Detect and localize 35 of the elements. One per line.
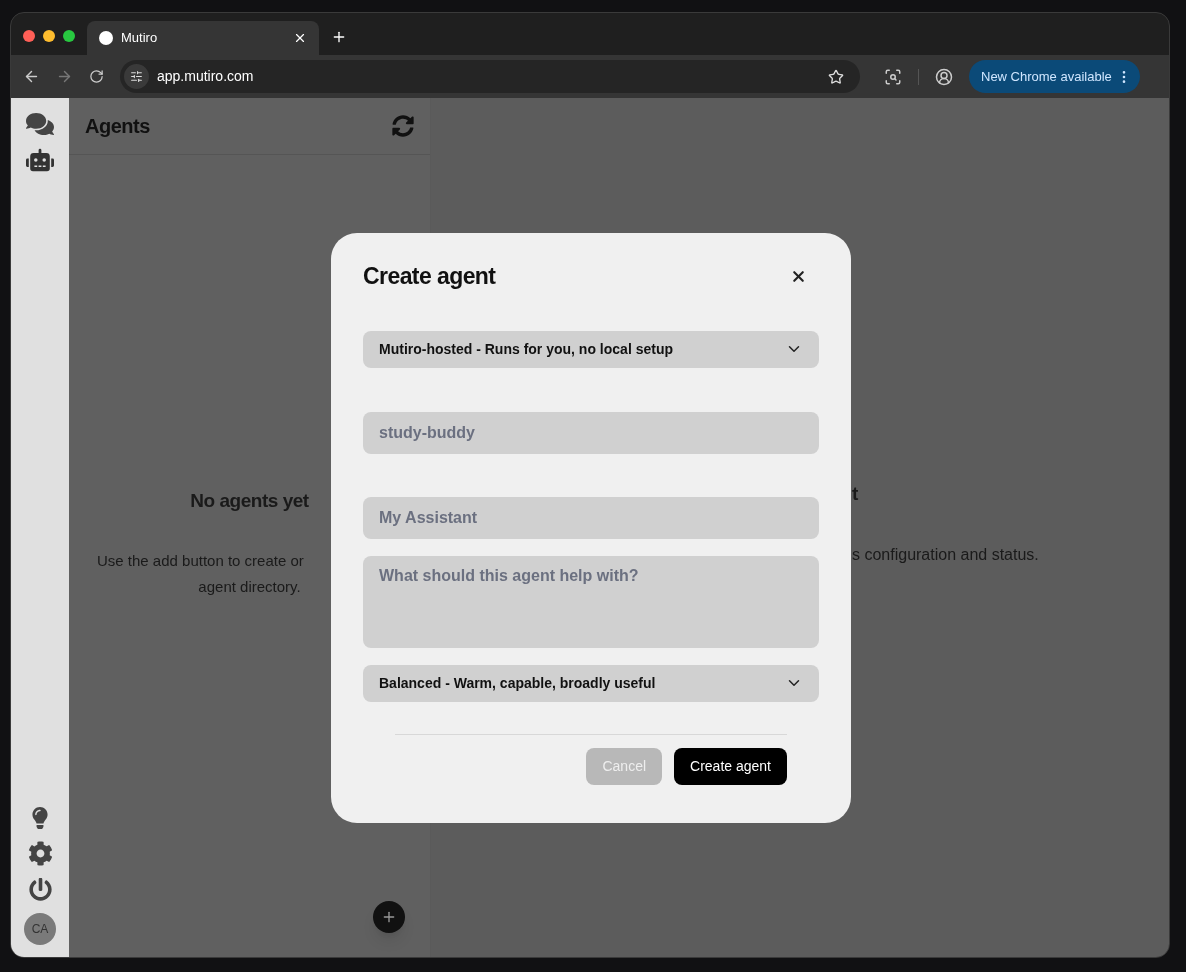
tab-title: Mutiro (121, 29, 159, 48)
panel-title: Agents (85, 114, 150, 139)
empty-state-text: Use the add button to create or (97, 550, 304, 571)
description-textarea[interactable]: What should this agent help with? (363, 555, 819, 648)
tab-search-icon[interactable] (884, 67, 902, 86)
bookmark-star-icon[interactable] (828, 68, 844, 85)
reload-icon[interactable] (89, 69, 104, 84)
dropdown-select[interactable]: Mutiro-hosted - Runs for you, no local setup (363, 330, 819, 368)
site-settings-icon[interactable] (124, 64, 149, 89)
profile-icon[interactable] (935, 67, 953, 86)
new-tab-icon[interactable] (331, 29, 347, 45)
back-icon[interactable] (23, 68, 40, 85)
empty-state-text: agent directory. (198, 576, 301, 597)
url-text: app.mutiro.com (157, 67, 255, 86)
address-bar[interactable]: app.mutiro.com (120, 60, 860, 93)
plus-icon (381, 909, 397, 925)
refresh-icon[interactable] (392, 115, 414, 137)
create-agent-button[interactable]: Create agent (674, 747, 787, 785)
detail-text-fragment: s configuration and status. (852, 544, 1040, 565)
detail-title-fragment: t (852, 482, 860, 506)
power-icon[interactable] (28, 878, 52, 901)
lightbulb-icon[interactable] (29, 807, 51, 829)
update-chrome-button[interactable]: New Chrome available (969, 60, 1140, 93)
text-input-field[interactable]: My Assistant (363, 496, 819, 539)
forward-icon[interactable] (56, 68, 73, 85)
robot-icon[interactable] (26, 146, 54, 174)
browser-tab[interactable]: Mutiro (87, 21, 319, 55)
add-agent-button[interactable] (373, 901, 405, 933)
close-tab-icon[interactable] (293, 31, 307, 45)
empty-state-title: No agents yet (190, 489, 309, 513)
text-input-field[interactable]: study-buddy (363, 411, 819, 454)
chat-bubbles-icon[interactable] (26, 110, 54, 138)
settings-icon[interactable] (27, 841, 53, 866)
dropdown-select[interactable]: Balanced - Warm, capable, broadly useful (363, 664, 819, 702)
dialog-title: Create agent (363, 262, 496, 291)
